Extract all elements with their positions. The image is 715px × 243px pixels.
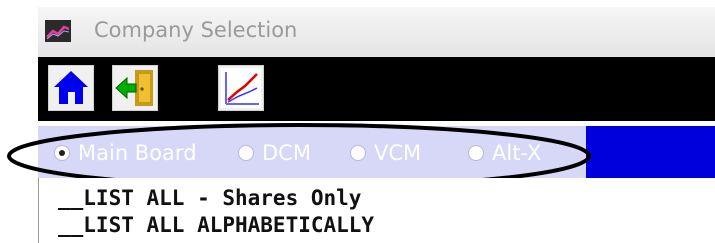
home-button[interactable]	[48, 65, 94, 111]
chart-app-icon	[45, 20, 71, 42]
window-title: Company Selection	[94, 18, 298, 42]
toolbar	[38, 57, 715, 121]
exit-button[interactable]	[112, 65, 158, 111]
board-selector-bar	[586, 126, 715, 178]
title-bar: Company Selection	[38, 7, 715, 58]
list-item[interactable]: __LIST ALL - Shares Only	[58, 186, 361, 210]
line-chart-icon	[221, 68, 261, 108]
list-item[interactable]: __LIST ALL ALPHABETICALLY	[58, 213, 374, 237]
exit-door-icon	[115, 70, 153, 106]
chart-button[interactable]	[218, 65, 264, 111]
home-icon	[54, 71, 88, 104]
